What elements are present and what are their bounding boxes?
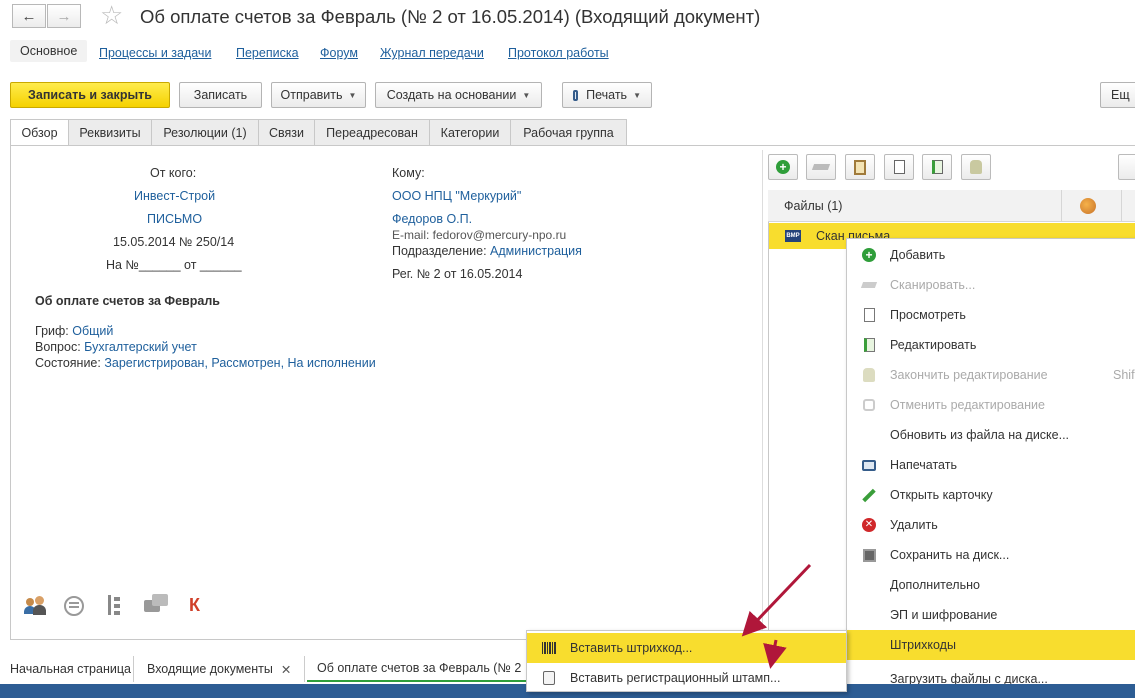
annotation-arrows bbox=[741, 563, 812, 669]
annotation-arrow-long bbox=[741, 563, 812, 637]
annotation-arrow-short bbox=[763, 639, 787, 669]
